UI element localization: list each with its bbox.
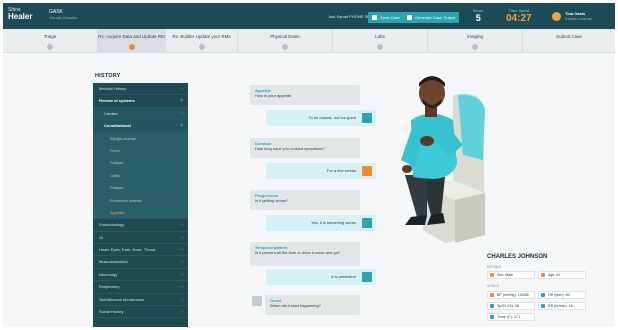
answer-bubble[interactable]: It is persistent — [266, 269, 376, 285]
chevron-down-icon: ˅ — [180, 123, 183, 130]
chevron-right-icon: › — [181, 284, 183, 291]
question-bubble-pending[interactable]: Onset When did it start happening? — [265, 295, 360, 315]
age-icon — [540, 273, 545, 277]
chevron-right-icon: › — [181, 309, 183, 316]
sidebar-item-excessive-sweats[interactable]: Excessive sweats — [93, 194, 188, 207]
chevron-right-icon: › — [181, 86, 183, 92]
sidebar-item-fatigue[interactable]: Fatigue — [93, 157, 188, 170]
add-to-notes-icon[interactable] — [362, 272, 372, 282]
step-dot-icon — [128, 44, 135, 50]
score-display: Score 5 — [473, 8, 484, 23]
patient-name: CHARLES JOHNSON — [487, 254, 548, 260]
sidebar-item-medical-history[interactable]: Medical History › — [93, 83, 188, 96]
chevron-down-icon: ˅ — [180, 98, 183, 105]
answer-bubble[interactable]: Yes, it is becoming worse — [266, 215, 376, 231]
sidebar-item-endocrinology[interactable]: Endocrinology › — [93, 219, 188, 232]
details-label: DETAILS — [487, 265, 502, 269]
step-dot-icon — [198, 44, 205, 50]
chevron-right-icon: › — [181, 259, 183, 266]
time-spent-display: Time Spent 04:27 — [506, 8, 532, 24]
send-case-button[interactable]: Send Case — [368, 12, 404, 23]
history-title: HISTORY — [95, 73, 121, 79]
add-to-notes-icon[interactable] — [362, 113, 372, 123]
case-code: GASK Visuals Session — [49, 9, 78, 20]
history-sidebar: Medical History › Review of systems ˅ Card… — [93, 83, 188, 327]
patient-shoe — [405, 215, 427, 225]
clock-icon — [552, 12, 561, 21]
sidebar-item-fever[interactable]: Fever — [93, 144, 188, 158]
spo2-icon — [489, 304, 494, 308]
tab-imaging[interactable]: Imaging — [428, 29, 523, 53]
tab-physical-exam[interactable]: Physical Exam — [238, 29, 333, 53]
patient-hand — [420, 136, 434, 146]
sidebar-item-cardiac[interactable]: Cardiac › — [93, 107, 188, 121]
clinician-avatar-icon — [252, 296, 262, 306]
user-menu[interactable]: Tina Oasis Kaplan Learner — [565, 11, 592, 21]
step-dot-icon — [47, 44, 53, 50]
document-icon — [407, 15, 412, 20]
tab-labs[interactable]: Labs — [333, 29, 428, 53]
vital-temp: Temp (C): 37.1 — [487, 313, 535, 321]
question-bubble: Temporal pattern Is it present all the ti… — [250, 242, 360, 266]
answer-bubble[interactable]: To be honest, not too good — [266, 110, 376, 126]
tab-submit-case[interactable]: Submit Case — [523, 29, 615, 53]
patient-illustration — [401, 76, 485, 243]
sidebar-item-review-of-systems[interactable]: Review of systems ˅ — [93, 95, 188, 108]
chair-side — [455, 193, 485, 243]
sidebar-item-musculoskeletal[interactable]: Musculoskeletal › — [93, 256, 188, 269]
question-bubble: Duration How long have you noticed sympto… — [250, 138, 360, 158]
sidebar-item-gi[interactable]: GI › — [93, 232, 188, 245]
vital-hr: HR (bpm): 84 — [538, 291, 586, 299]
sidebar-item-social-history[interactable]: Social History › — [93, 306, 188, 319]
mail-icon — [372, 15, 377, 20]
app-window: Shine Healer GASK Visuals Session Jost S… — [3, 3, 615, 327]
vital-bp: BP (mmHg): 130/85 — [487, 291, 535, 299]
flag-icon[interactable] — [362, 166, 372, 176]
tab-acquire-data[interactable]: Rx: Acquire Data and Update RM — [98, 29, 166, 53]
chevron-right-icon: › — [181, 222, 183, 229]
chevron-right-icon: › — [181, 247, 183, 254]
stage-tabs: Triage Rx: Acquire Data and Update RM Rx… — [3, 29, 615, 53]
answer-bubble[interactable]: For a few weeks — [266, 163, 376, 179]
add-to-notes-icon[interactable] — [362, 218, 372, 228]
sidebar-item-heent[interactable]: Head, Eyes, Ears, Nose, Throat › — [93, 244, 188, 257]
thermometer-icon — [489, 315, 494, 319]
generate-case-output-button[interactable]: Generate Case Output — [403, 12, 460, 23]
tab-builder-update[interactable]: Rx: Builder Update your RMs — [166, 29, 238, 53]
sex-icon — [489, 273, 494, 277]
vital-rr: RR (br/min): 16 — [538, 302, 586, 310]
bp-icon — [489, 293, 494, 297]
sidebar-item-skin[interactable]: Skin/Mucous Membranes › — [93, 294, 188, 307]
question-bubble: Appetite How is your appetite — [250, 85, 360, 105]
top-bar: Shine Healer GASK Visuals Session Jost S… — [3, 3, 615, 29]
sidebar-item-constitutional[interactable]: Constitutional ˅ — [93, 120, 188, 133]
patient-age: Age: 51 — [538, 271, 586, 279]
chevron-right-icon: › — [181, 234, 183, 241]
heart-rate-icon — [540, 293, 545, 297]
app-logo[interactable]: Shine Healer — [8, 7, 32, 21]
step-dot-icon — [282, 44, 288, 50]
sidebar-item-weight-change[interactable]: Weight change — [93, 132, 188, 145]
respiration-icon — [540, 304, 545, 308]
vital-spo2: SpO2 (%): 98 — [487, 302, 535, 310]
chevron-right-icon: › — [181, 271, 183, 278]
patient-leg — [405, 175, 427, 217]
question-bubble: Progression Is it getting worse? — [250, 190, 360, 210]
chevron-right-icon: › — [181, 110, 183, 117]
sidebar-item-respiratory[interactable]: Respiratory › — [93, 281, 188, 294]
chevron-right-icon: › — [181, 296, 183, 303]
patient-sex: Sex: Male — [487, 271, 535, 279]
vitals-label: VITALS — [487, 284, 499, 288]
sidebar-item-chills[interactable]: Chills — [93, 169, 188, 183]
step-dot-icon — [472, 44, 478, 50]
sidebar-item-appetite[interactable]: Appetite — [93, 206, 188, 220]
sidebar-item-fatigue-2[interactable]: Fatigue — [93, 182, 188, 195]
sidebar-item-neurology[interactable]: Neurology › — [93, 269, 188, 282]
step-dot-icon — [377, 44, 383, 50]
patient-hand — [402, 165, 412, 173]
tab-triage[interactable]: Triage — [3, 29, 98, 53]
